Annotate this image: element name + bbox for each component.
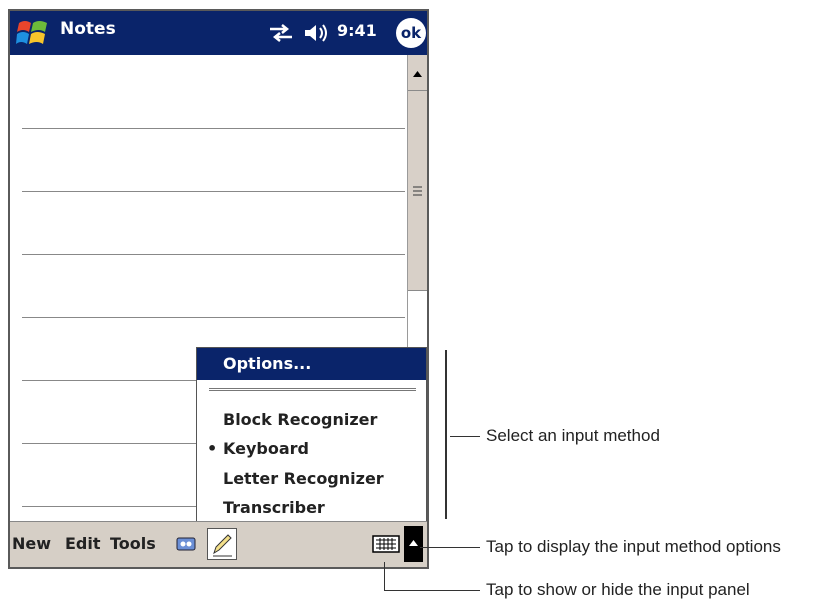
pocket-pc-screen: Notes 9:41 ok Options... Block Recognize…	[8, 9, 429, 569]
scroll-thumb[interactable]	[408, 91, 427, 291]
menu-bar: New Edit Tools	[10, 521, 427, 567]
input-method-selector-arrow[interactable]	[404, 526, 423, 562]
note-rule-line	[22, 254, 405, 255]
arrow-up-icon	[409, 540, 418, 546]
title-bar: Notes 9:41 ok	[10, 11, 427, 55]
callout-select-method: Select an input method	[486, 426, 660, 445]
menu-item-label: Letter Recognizer	[223, 469, 384, 488]
menu-item-label: Keyboard	[223, 439, 309, 458]
menu-divider	[209, 388, 416, 391]
menu-item-transcriber[interactable]: Transcriber	[223, 498, 325, 517]
menu-item-block-recognizer[interactable]: Block Recognizer	[223, 410, 377, 429]
windows-start-icon[interactable]	[16, 17, 50, 49]
callout-line	[384, 562, 385, 591]
scroll-up-button[interactable]	[408, 55, 427, 91]
app-title: Notes	[60, 19, 116, 39]
recording-icon[interactable]	[176, 536, 196, 552]
keyboard-icon[interactable]	[372, 534, 400, 554]
menu-edit[interactable]: Edit	[65, 534, 101, 553]
callout-line	[450, 436, 480, 437]
volume-icon[interactable]	[303, 22, 329, 44]
connectivity-icon[interactable]	[268, 23, 294, 43]
callout-display-options: Tap to display the input method options	[486, 537, 781, 556]
callout-line	[384, 590, 480, 591]
note-rule-line	[22, 128, 405, 129]
ok-button[interactable]: ok	[396, 18, 426, 48]
grip-icon	[413, 186, 422, 196]
menu-item-label: Transcriber	[223, 498, 325, 517]
menu-new[interactable]: New	[12, 534, 51, 553]
clock[interactable]: 9:41	[337, 21, 377, 40]
input-method-menu: Options... Block Recognizer • Keyboard L…	[196, 347, 427, 523]
callout-line	[420, 547, 480, 548]
menu-tools[interactable]: Tools	[110, 534, 156, 553]
callout-show-hide-panel: Tap to show or hide the input panel	[486, 580, 750, 599]
note-rule-line	[22, 191, 405, 192]
menu-item-keyboard[interactable]: • Keyboard	[207, 439, 309, 458]
pen-icon	[213, 534, 232, 557]
selected-bullet: •	[207, 439, 218, 458]
arrow-up-icon	[413, 71, 422, 77]
pen-button[interactable]	[207, 528, 237, 560]
menu-item-letter-recognizer[interactable]: Letter Recognizer	[223, 469, 384, 488]
menu-item-label: Block Recognizer	[223, 410, 378, 429]
callout-bracket	[445, 350, 447, 519]
note-rule-line	[22, 317, 405, 318]
options-menu-item[interactable]: Options...	[197, 348, 426, 380]
